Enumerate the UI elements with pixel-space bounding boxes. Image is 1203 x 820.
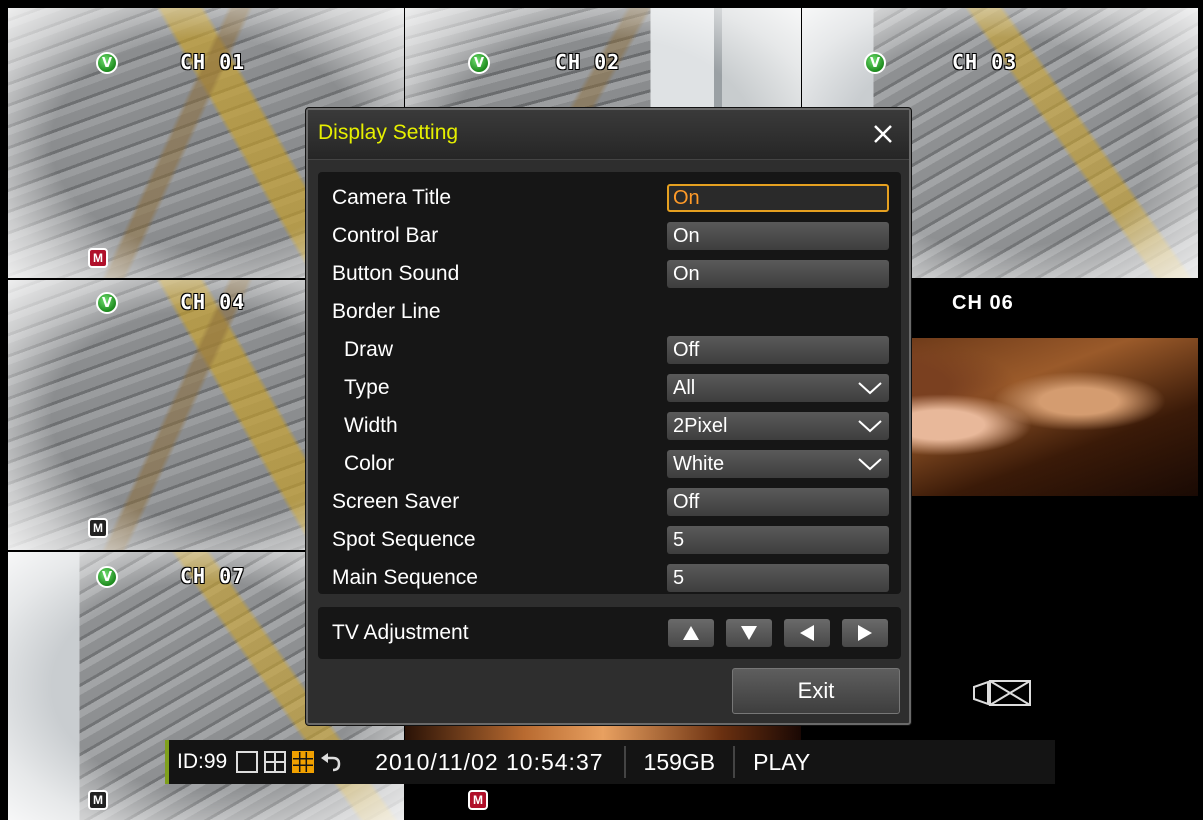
control-bar-field[interactable]: On (667, 222, 889, 250)
user-id: ID:99 (177, 750, 228, 773)
width-dropdown[interactable]: 2Pixel (667, 412, 889, 440)
setting-label: Width (344, 414, 398, 437)
close-icon[interactable] (871, 122, 895, 146)
spot-sequence-field[interactable]: 5 (667, 526, 889, 554)
motion-icon: M (88, 518, 108, 538)
live-status-icon: V (468, 52, 490, 74)
setting-control-bar: Control Bar On (318, 220, 901, 252)
tv-right-button[interactable] (842, 619, 888, 647)
channel-label: CH 04 (180, 290, 246, 314)
quad-view-icon (264, 751, 287, 773)
setting-label: Color (344, 452, 395, 475)
dropdown-value: All (673, 377, 696, 399)
dialog-title: Display Setting (318, 121, 459, 144)
setting-label: Camera Title (332, 186, 452, 209)
dropdown-value: White (673, 453, 725, 475)
color-dropdown[interactable]: White (667, 450, 889, 478)
main-sequence-field[interactable]: 5 (667, 564, 889, 592)
setting-label: Control Bar (332, 224, 439, 247)
channel-label: CH 06 (952, 292, 1014, 314)
display-setting-dialog: Display Setting Camera Title On Control … (306, 108, 911, 725)
channel-label: CH 01 (180, 50, 246, 74)
chevron-down-icon (858, 382, 882, 395)
dropdown-value: 2Pixel (673, 415, 728, 437)
setting-label: Main Sequence (332, 566, 478, 589)
setting-label: Draw (344, 338, 394, 361)
exit-button[interactable]: Exit (732, 668, 900, 714)
datetime: 2010/11/02 10:54:37 (375, 748, 604, 775)
setting-label: Type (344, 376, 390, 399)
live-status-icon: V (96, 52, 118, 74)
arrow-down-icon (741, 626, 757, 640)
nine-view-icon (292, 751, 315, 773)
storage-status: 159GB (643, 748, 716, 775)
chevron-down-icon (858, 458, 882, 471)
setting-screen-saver: Screen Saver Off (318, 486, 901, 518)
setting-main-sequence: Main Sequence 5 (318, 562, 901, 594)
setting-button-sound: Button Sound On (318, 258, 901, 290)
setting-color: Color White (318, 448, 901, 480)
setting-camera-title: Camera Title On (318, 182, 901, 214)
arrow-up-icon (683, 626, 699, 640)
live-status-icon: V (864, 52, 886, 74)
setting-border-line: Border Line (318, 296, 901, 328)
setting-section-label: Border Line (332, 300, 441, 323)
motion-icon: M (88, 790, 108, 810)
setting-width: Width 2Pixel (318, 410, 901, 442)
tv-up-button[interactable] (668, 619, 714, 647)
tv-adjustment-panel: TV Adjustment (318, 607, 901, 659)
layout-3x3-button[interactable] (289, 740, 317, 784)
dialog-title-bar: Display Setting (308, 110, 909, 160)
setting-spot-sequence: Spot Sequence 5 (318, 524, 901, 556)
playback-mode[interactable]: PLAY (741, 740, 822, 784)
chevron-down-icon (858, 420, 882, 433)
tv-left-button[interactable] (784, 619, 830, 647)
setting-label: Spot Sequence (332, 528, 476, 551)
divider (623, 746, 626, 778)
setting-label: Screen Saver (332, 490, 460, 513)
draw-field[interactable]: Off (667, 336, 889, 364)
live-status-icon: V (96, 292, 118, 314)
setting-type: Type All (318, 372, 901, 404)
live-status-icon: V (96, 566, 118, 588)
divider (733, 746, 736, 778)
channel-label: CH 07 (180, 564, 246, 588)
layout-2x2-button[interactable] (261, 740, 289, 784)
back-button[interactable] (317, 740, 345, 784)
channel-label: CH 02 (555, 50, 621, 74)
motion-icon: M (88, 248, 108, 268)
return-arrow-icon (321, 753, 341, 772)
arrow-left-icon (800, 625, 814, 641)
channel-label: CH 03 (952, 50, 1018, 74)
screen-saver-field[interactable]: Off (667, 488, 889, 516)
camera-title-field[interactable]: On (667, 184, 889, 212)
status-bar: ID:99 2010/11/02 10:54:37 159GB PLAY (165, 740, 1055, 784)
setting-draw: Draw Off (318, 334, 901, 366)
tv-adjustment-label: TV Adjustment (332, 621, 469, 644)
video-loss-icon (973, 680, 1031, 706)
layout-1x1-button[interactable] (233, 740, 261, 784)
settings-panel: Camera Title On Control Bar On Button So… (318, 172, 901, 594)
motion-icon: M (468, 790, 488, 810)
tv-down-button[interactable] (726, 619, 772, 647)
button-sound-field[interactable]: On (667, 260, 889, 288)
setting-label: Button Sound (332, 262, 460, 285)
single-view-icon (236, 751, 259, 773)
arrow-right-icon (858, 625, 872, 641)
type-dropdown[interactable]: All (667, 374, 889, 402)
